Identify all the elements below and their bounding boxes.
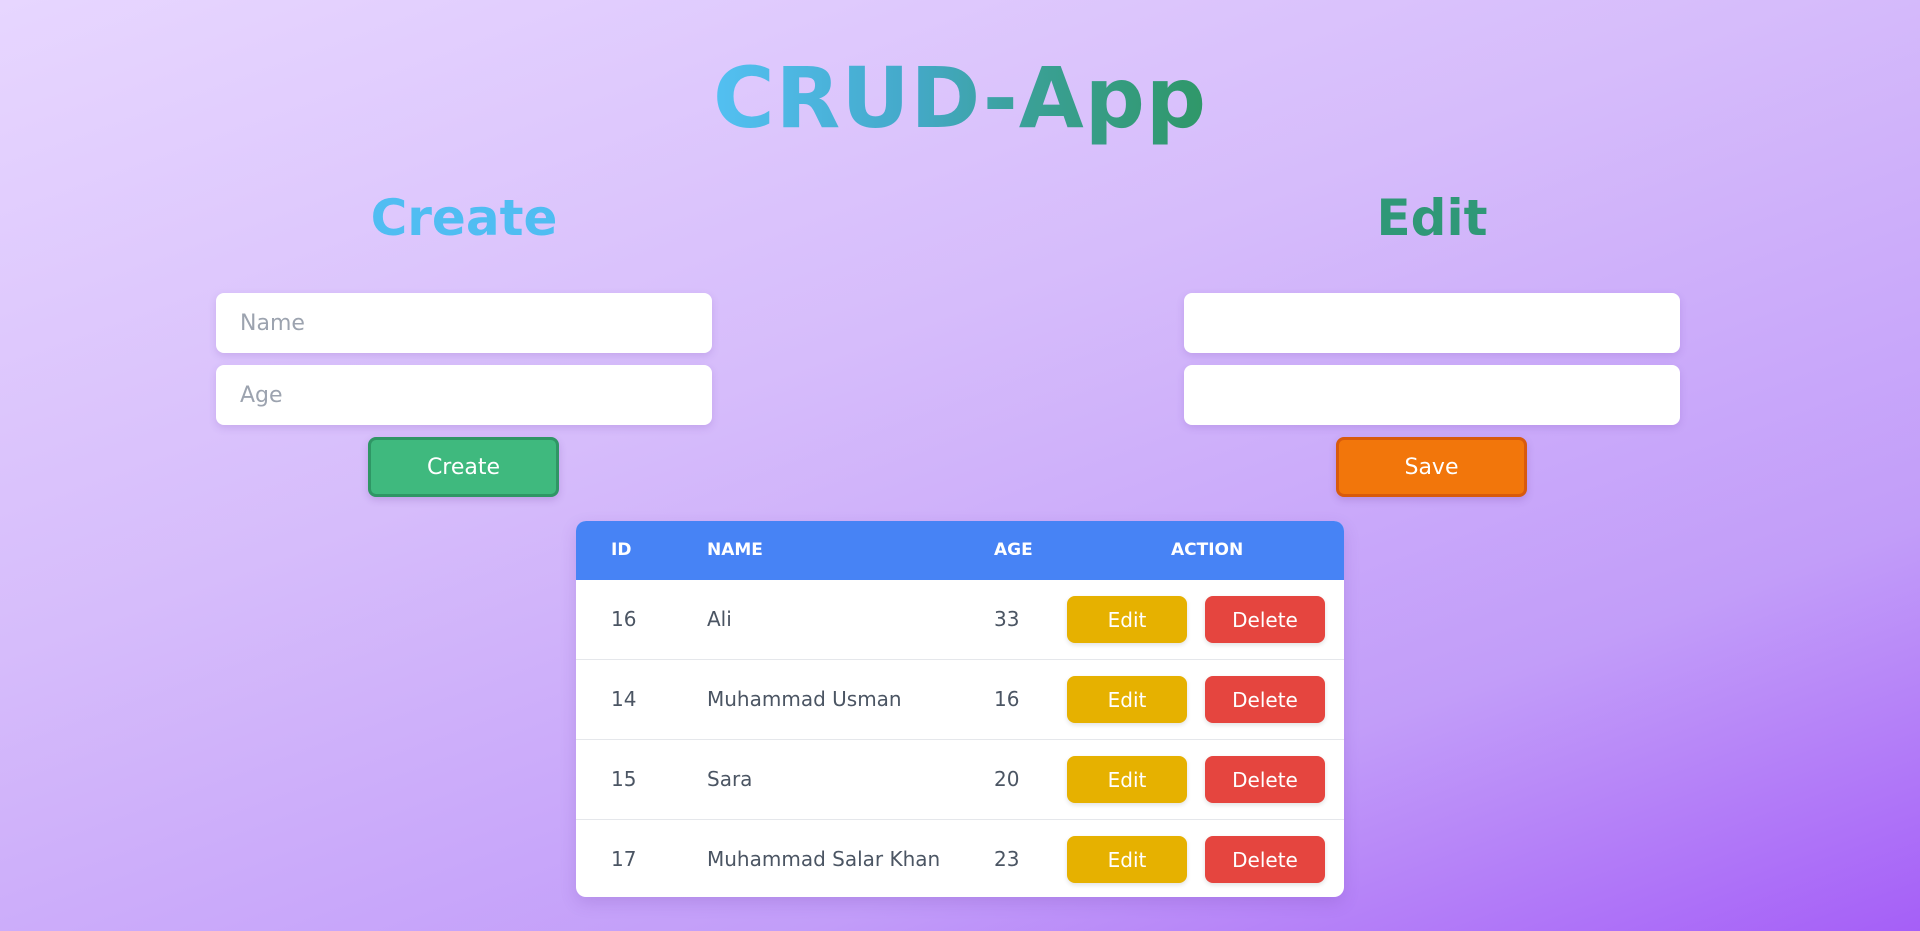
row-edit-button[interactable]: Edit [1067, 676, 1187, 723]
create-heading: Create [370, 189, 558, 247]
cell-name: Ali [707, 607, 732, 631]
row-edit-button[interactable]: Edit [1067, 836, 1187, 883]
row-edit-button[interactable]: Edit [1067, 756, 1187, 803]
table-row: 16 Ali 33 Edit Delete [576, 580, 1344, 659]
save-button[interactable]: Save [1336, 437, 1527, 497]
header-name: NAME [707, 540, 763, 560]
cell-id: 15 [611, 767, 637, 791]
row-delete-button[interactable]: Delete [1205, 596, 1325, 643]
create-name-input[interactable] [216, 293, 712, 353]
table-row: 15 Sara 20 Edit Delete [576, 739, 1344, 819]
users-table: ID NAME AGE ACTION 16 Ali 33 Edit Delete… [576, 521, 1344, 897]
edit-age-input[interactable] [1184, 365, 1680, 425]
app-title-text: CRUD-App [713, 49, 1207, 147]
cell-id: 17 [611, 847, 637, 871]
create-button[interactable]: Create [368, 437, 559, 497]
header-id: ID [611, 540, 632, 560]
table-body: 16 Ali 33 Edit Delete 14 Muhammad Usman … [576, 580, 1344, 897]
table-row: 14 Muhammad Usman 16 Edit Delete [576, 659, 1344, 739]
cell-name: Sara [707, 767, 753, 791]
row-delete-button[interactable]: Delete [1205, 756, 1325, 803]
edit-name-input[interactable] [1184, 293, 1680, 353]
cell-age: 20 [994, 767, 1020, 791]
row-edit-button[interactable]: Edit [1067, 596, 1187, 643]
cell-age: 16 [994, 687, 1020, 711]
create-age-input[interactable] [216, 365, 712, 425]
cell-age: 23 [994, 847, 1020, 871]
table-row: 17 Muhammad Salar Khan 23 Edit Delete [576, 819, 1344, 897]
app-title: CRUD-App [0, 48, 1920, 148]
cell-id: 16 [611, 607, 637, 631]
table-header: ID NAME AGE ACTION [576, 521, 1344, 580]
row-delete-button[interactable]: Delete [1205, 836, 1325, 883]
cell-age: 33 [994, 607, 1020, 631]
row-delete-button[interactable]: Delete [1205, 676, 1325, 723]
header-action: ACTION [1171, 540, 1244, 560]
header-age: AGE [994, 540, 1033, 560]
edit-heading: Edit [1376, 189, 1488, 247]
cell-id: 14 [611, 687, 637, 711]
cell-name: Muhammad Salar Khan [707, 847, 941, 871]
cell-name: Muhammad Usman [707, 687, 902, 711]
